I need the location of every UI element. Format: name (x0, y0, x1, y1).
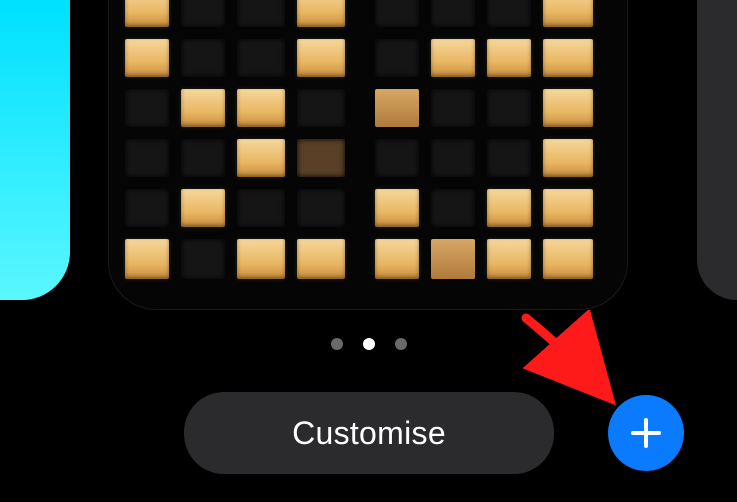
plus-icon (628, 415, 664, 451)
add-button[interactable] (608, 395, 684, 471)
page-indicator (0, 338, 737, 350)
page-dot-active[interactable] (363, 338, 375, 350)
customise-button-label: Customise (292, 415, 446, 452)
wallpaper-preview-image (109, 0, 627, 309)
page-dot[interactable] (331, 338, 343, 350)
page-dot[interactable] (395, 338, 407, 350)
customise-button[interactable]: Customise (184, 392, 554, 474)
wallpaper-card-next[interactable] (697, 0, 737, 300)
wallpaper-card-current[interactable] (108, 0, 628, 310)
wallpaper-card-prev[interactable] (0, 0, 70, 300)
